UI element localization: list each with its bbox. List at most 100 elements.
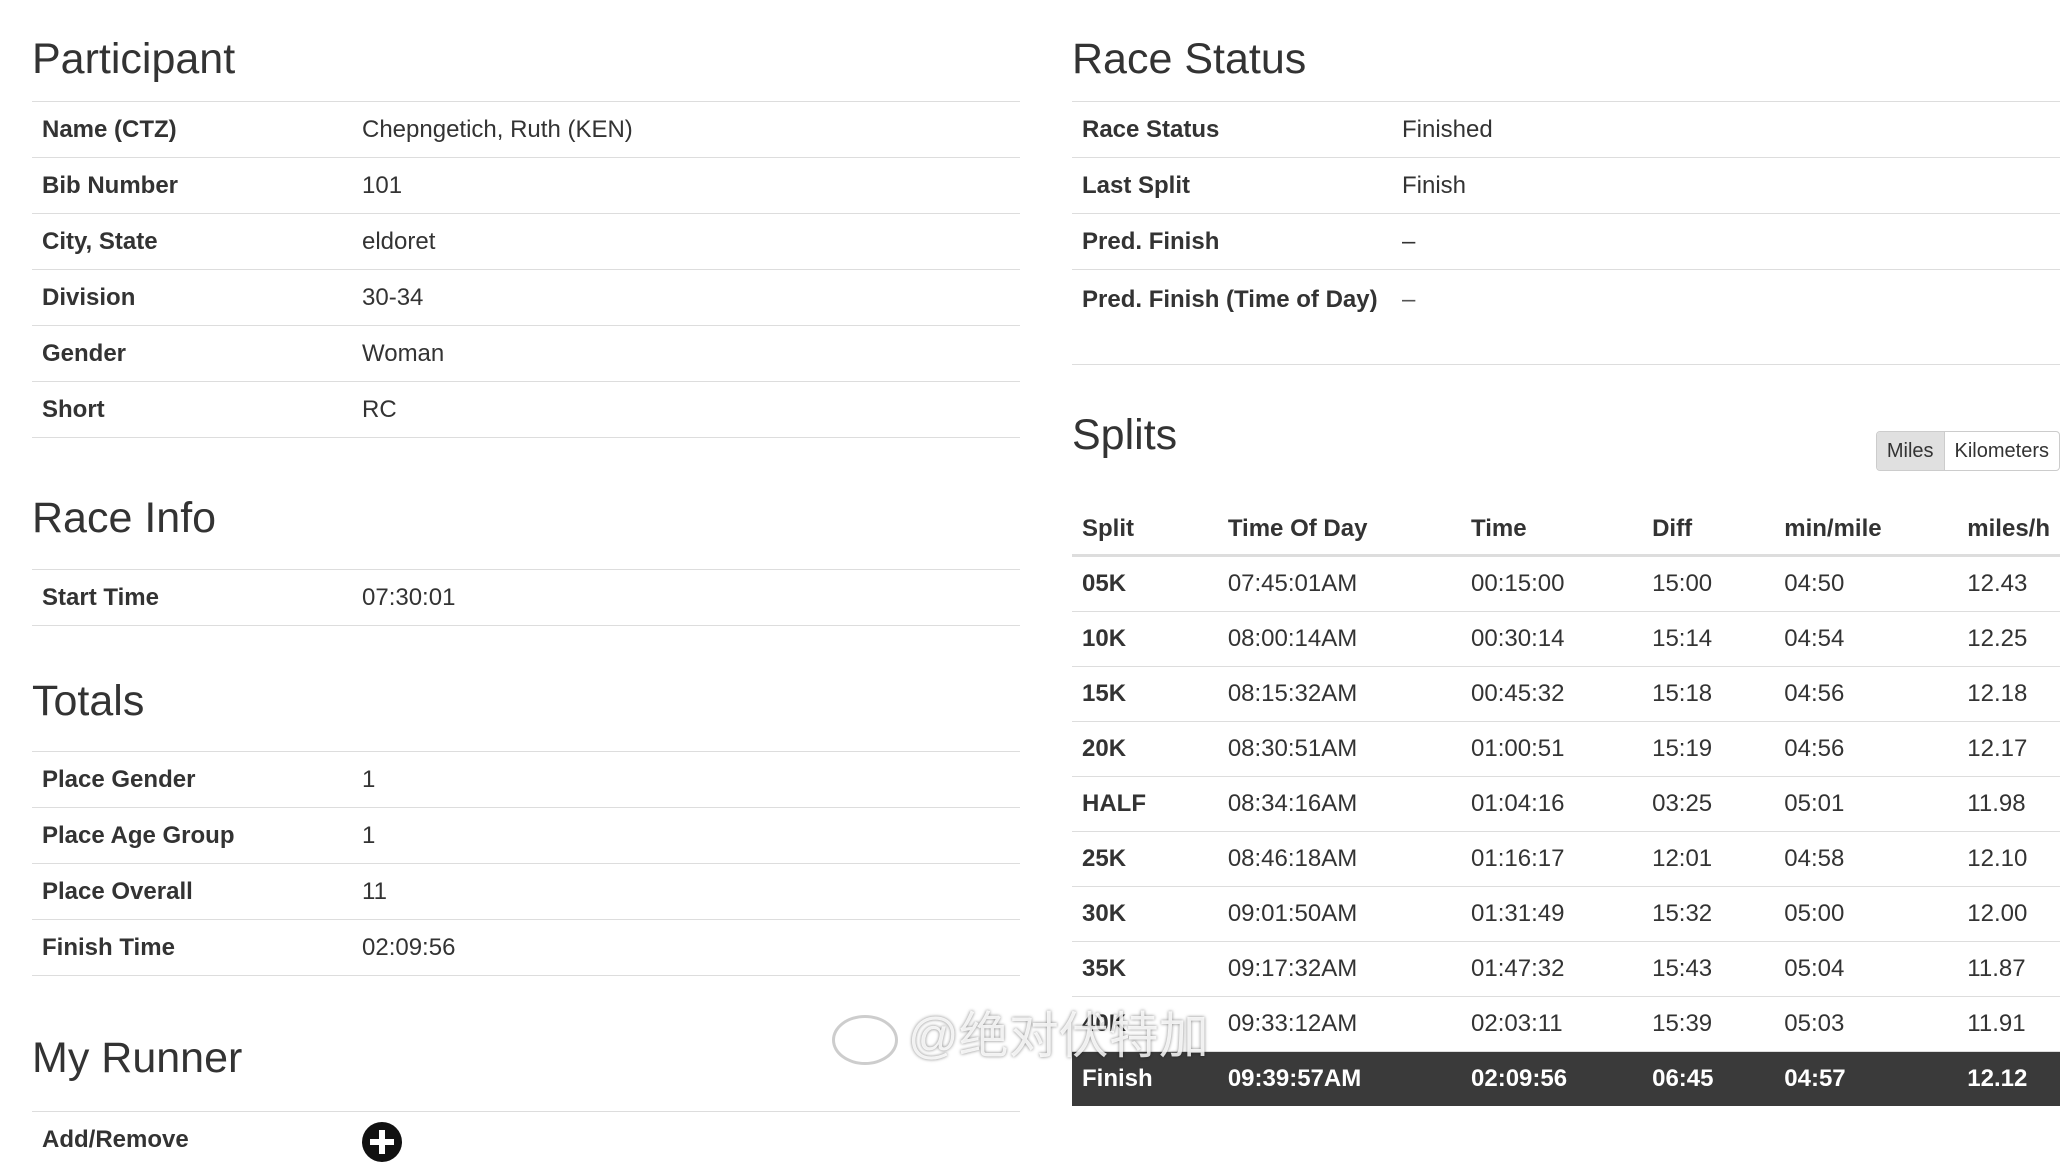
- row-value: 02:09:56: [352, 919, 1020, 976]
- table-cell: 12.25: [1957, 611, 2060, 667]
- table-cell: 02:03:11: [1461, 996, 1643, 1052]
- row-label: Last Split: [1072, 157, 1392, 214]
- race-info-table: Start Time 07:30:01: [32, 570, 1020, 626]
- splits-header-row: Split Time Of Day Time Diff min/mile miles/h: [1072, 504, 2060, 557]
- table-cell: 09:01:50AM: [1217, 886, 1462, 942]
- plus-circle-icon[interactable]: [362, 1121, 402, 1162]
- table-cell: 05:03: [1774, 996, 1958, 1052]
- participant-heading: Participant: [32, 0, 1020, 102]
- table-row: 40K 09:33:12AM 02:03:11 15:39 05:03 11.91: [1072, 996, 2060, 1052]
- table-cell: 15:32: [1642, 886, 1775, 942]
- info-row: Start Time 07:30:01: [32, 570, 1020, 626]
- row-label: Division: [32, 269, 352, 326]
- table-row: 30K 09:01:50AM 01:31:49 15:32 05:00 12.00: [1072, 886, 2060, 942]
- table-cell: 15:14: [1642, 611, 1775, 667]
- left-column: Participant Name (CTZ) Chepngetich, Ruth …: [32, 0, 1020, 1167]
- row-value: –: [1392, 269, 2060, 365]
- table-cell: 06:45: [1642, 1051, 1775, 1106]
- row-value: 101: [352, 157, 1020, 214]
- table-cell: 08:15:32AM: [1217, 666, 1462, 722]
- participant-table: Name (CTZ) Chepngetich, Ruth (KEN) Bib Num…: [32, 102, 1020, 438]
- watermark: @绝对伏特加: [832, 996, 1209, 1068]
- table-cell: 12.12: [1957, 1051, 2060, 1106]
- table-cell: 11.87: [1957, 941, 2060, 997]
- table-row: 25K 08:46:18AM 01:16:17 12:01 04:58 12.10: [1072, 831, 2060, 887]
- row-value: eldoret: [352, 213, 1020, 270]
- info-row: Finish Time 02:09:56: [32, 919, 1020, 976]
- row-value: Woman: [352, 325, 1020, 382]
- table-cell: 09:17:32AM: [1217, 941, 1462, 997]
- row-value: 1: [352, 752, 1020, 808]
- table-cell: 12.00: [1957, 886, 2060, 942]
- info-row: Name (CTZ) Chepngetich, Ruth (KEN): [32, 102, 1020, 158]
- table-cell: 12.10: [1957, 831, 2060, 887]
- table-cell: 04:57: [1774, 1051, 1958, 1106]
- column-header: Time: [1461, 504, 1643, 557]
- row-value: 11: [352, 863, 1020, 920]
- table-cell: 08:46:18AM: [1217, 831, 1462, 887]
- miles-toggle-button[interactable]: Miles: [1876, 432, 1945, 470]
- table-cell: 04:58: [1774, 831, 1958, 887]
- table-cell: 01:04:16: [1461, 776, 1643, 832]
- table-cell: 12.17: [1957, 721, 2060, 777]
- row-value: Finished: [1392, 102, 2060, 158]
- table-cell: 04:56: [1774, 721, 1958, 777]
- row-label: Gender: [32, 325, 352, 382]
- table-cell: 01:31:49: [1461, 886, 1643, 942]
- info-row: Gender Woman: [32, 325, 1020, 382]
- table-cell: 05:00: [1774, 886, 1958, 942]
- table-cell: 25K: [1072, 831, 1218, 887]
- my-runner-table: Add/Remove: [32, 1112, 1020, 1167]
- row-value: Chepngetich, Ruth (KEN): [352, 102, 1020, 158]
- kilometers-toggle-button[interactable]: Kilometers: [1945, 432, 2059, 470]
- table-row: 20K 08:30:51AM 01:00:51 15:19 04:56 12.17: [1072, 721, 2060, 777]
- splits-section: Splits Miles Kilometers Split Time Of Day…: [1072, 365, 2060, 1106]
- row-label: City, State: [32, 213, 352, 270]
- totals-heading: Totals: [32, 626, 1020, 752]
- table-cell: 15:19: [1642, 721, 1775, 777]
- table-cell: 01:47:32: [1461, 941, 1643, 997]
- table-cell: 04:56: [1774, 666, 1958, 722]
- table-row: Finish 09:39:57AM 02:09:56 06:45 04:57 12.12: [1072, 1051, 2060, 1106]
- table-cell: 05K: [1072, 555, 1218, 612]
- row-value: RC: [352, 381, 1020, 438]
- info-row: Division 30-34: [32, 269, 1020, 326]
- participant-section: Participant Name (CTZ) Chepngetich, Ruth …: [32, 0, 1020, 438]
- table-cell: 35K: [1072, 941, 1218, 997]
- table-row: 10K 08:00:14AM 00:30:14 15:14 04:54 12.25: [1072, 611, 2060, 667]
- info-row: Short RC: [32, 381, 1020, 438]
- row-label: Finish Time: [32, 919, 352, 976]
- table-cell: 00:45:32: [1461, 666, 1643, 722]
- add-remove-label: Add/Remove: [42, 1125, 189, 1153]
- unit-toggle: Miles Kilometers: [1875, 431, 2060, 471]
- table-cell: 12:01: [1642, 831, 1775, 887]
- column-header: Time Of Day: [1217, 504, 1462, 557]
- row-label: Place Overall: [32, 863, 352, 920]
- column-header: Diff: [1642, 504, 1775, 557]
- row-value: 07:30:01: [352, 570, 1020, 626]
- table-cell: 04:50: [1774, 555, 1958, 612]
- splits-table: Split Time Of Day Time Diff min/mile miles/h …: [1072, 504, 2060, 1106]
- table-cell: 11.98: [1957, 776, 2060, 832]
- table-cell: 00:15:00: [1461, 555, 1643, 612]
- column-header: miles/h: [1957, 504, 2060, 557]
- table-cell: 03:25: [1642, 776, 1775, 832]
- info-row: Place Gender 1: [32, 752, 1020, 808]
- row-value: Finish: [1392, 157, 2060, 214]
- row-label: Bib Number: [32, 157, 352, 214]
- row-label: Name (CTZ): [32, 102, 352, 158]
- table-cell: 15K: [1072, 666, 1218, 722]
- table-row: HALF 08:34:16AM 01:04:16 03:25 05:01 11.98: [1072, 776, 2060, 832]
- table-cell: 08:34:16AM: [1217, 776, 1462, 832]
- row-label: Short: [32, 381, 352, 438]
- table-cell: 08:30:51AM: [1217, 721, 1462, 777]
- info-row: Race Status Finished: [1072, 102, 2060, 158]
- watermark-text: @绝对伏特加: [908, 1008, 1209, 1064]
- race-info-heading: Race Info: [32, 438, 1020, 570]
- table-cell: 05:01: [1774, 776, 1958, 832]
- table-cell: 15:43: [1642, 941, 1775, 997]
- table-cell: 08:00:14AM: [1217, 611, 1462, 667]
- table-cell: 05:04: [1774, 941, 1958, 997]
- right-column: Race Status Race Status Finished Last Spli…: [1072, 0, 2060, 1106]
- race-info-section: Race Info Start Time 07:30:01: [32, 438, 1020, 626]
